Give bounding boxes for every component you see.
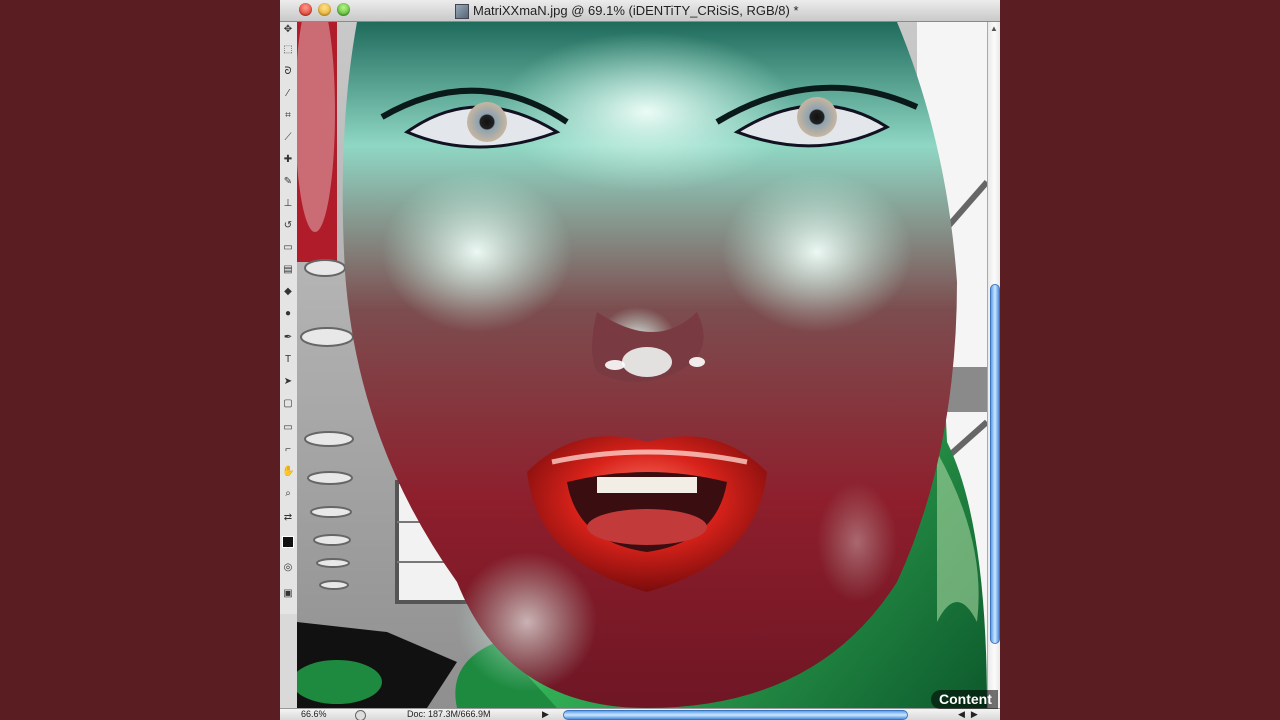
hand-tool-icon[interactable]: ✋ xyxy=(282,466,294,478)
blur-tool-icon[interactable]: ◆ xyxy=(282,286,294,298)
photoshop-document-window: MatriXXmaN.jpg @ 69.1% (iDENTiTY_CRiSiS,… xyxy=(280,0,1000,720)
move-tool-icon[interactable]: ✥ xyxy=(282,24,294,36)
path-selection-tool-icon[interactable]: ➤ xyxy=(282,376,294,388)
crop-tool-icon[interactable]: ⌗ xyxy=(282,110,294,122)
vertical-scroll-thumb[interactable] xyxy=(990,284,1000,644)
tools-panel: ✥ ⬚ ᘐ ⁄ ⌗ ⟋ ✚ ✎ ⊥ ↺ ▭ ▤ ◆ ● ✒ T ➤ ▢ ▭ ⌐ … xyxy=(280,22,298,614)
horizontal-scroll-thumb[interactable] xyxy=(563,710,908,720)
pen-tool-icon[interactable]: ✒ xyxy=(282,332,294,344)
healing-tool-icon[interactable]: ✚ xyxy=(282,154,294,166)
zoom-window-button[interactable] xyxy=(337,3,350,16)
status-menu-arrow-icon[interactable]: ▶ xyxy=(542,709,549,720)
eyedropper-tool-icon[interactable]: ⌐ xyxy=(282,444,294,456)
brush-tool-icon[interactable]: ✎ xyxy=(282,176,294,188)
marquee-tool-icon[interactable]: ⬚ xyxy=(282,44,294,56)
window-title: MatriXXmaN.jpg @ 69.1% (iDENTiTY_CRiSiS,… xyxy=(473,3,799,18)
image-canvas[interactable] xyxy=(297,22,987,708)
history-brush-tool-icon[interactable]: ↺ xyxy=(282,220,294,232)
horizontal-scroll-arrows-icon[interactable]: ◀▶ xyxy=(958,709,984,720)
canvas-artwork xyxy=(297,22,987,708)
magic-wand-tool-icon[interactable]: ⁄ xyxy=(282,88,294,100)
zoom-level-field[interactable]: 66.6% xyxy=(301,709,327,719)
document-size-info: Doc: 187.3M/666.9M xyxy=(407,709,491,719)
document-proxy-icon[interactable] xyxy=(455,4,469,19)
slice-tool-icon[interactable]: ⟋ xyxy=(282,132,294,144)
quick-mask-icon[interactable]: ◎ xyxy=(282,562,294,574)
status-info-icon[interactable] xyxy=(355,710,366,720)
screen-mode-icon[interactable]: ▣ xyxy=(282,588,294,600)
zoom-tool-icon[interactable]: ⌕ xyxy=(282,488,294,500)
vertical-scrollbar[interactable]: ▲ xyxy=(987,22,1000,708)
scroll-up-arrow-icon[interactable]: ▲ xyxy=(990,24,998,33)
shape-tool-icon[interactable]: ▢ xyxy=(282,398,294,410)
title-bar[interactable]: MatriXXmaN.jpg @ 69.1% (iDENTiTY_CRiSiS,… xyxy=(280,0,1000,22)
gradient-tool-icon[interactable]: ▤ xyxy=(282,264,294,276)
dodge-tool-icon[interactable]: ● xyxy=(282,308,294,320)
minimize-window-button[interactable] xyxy=(318,3,331,16)
type-tool-icon[interactable]: T xyxy=(282,354,294,366)
video-watermark-label: Content xyxy=(931,690,998,709)
lasso-tool-icon[interactable]: ᘐ xyxy=(282,66,294,78)
eraser-tool-icon[interactable]: ▭ xyxy=(282,242,294,254)
clone-stamp-tool-icon[interactable]: ⊥ xyxy=(282,198,294,210)
notes-tool-icon[interactable]: ▭ xyxy=(282,422,294,434)
close-window-button[interactable] xyxy=(299,3,312,16)
swap-colors-icon[interactable]: ⇄ xyxy=(282,512,294,524)
status-bar: 66.6% Doc: 187.3M/666.9M ▶ ◀▶ xyxy=(280,708,1000,720)
foreground-color-swatch[interactable] xyxy=(282,536,294,548)
